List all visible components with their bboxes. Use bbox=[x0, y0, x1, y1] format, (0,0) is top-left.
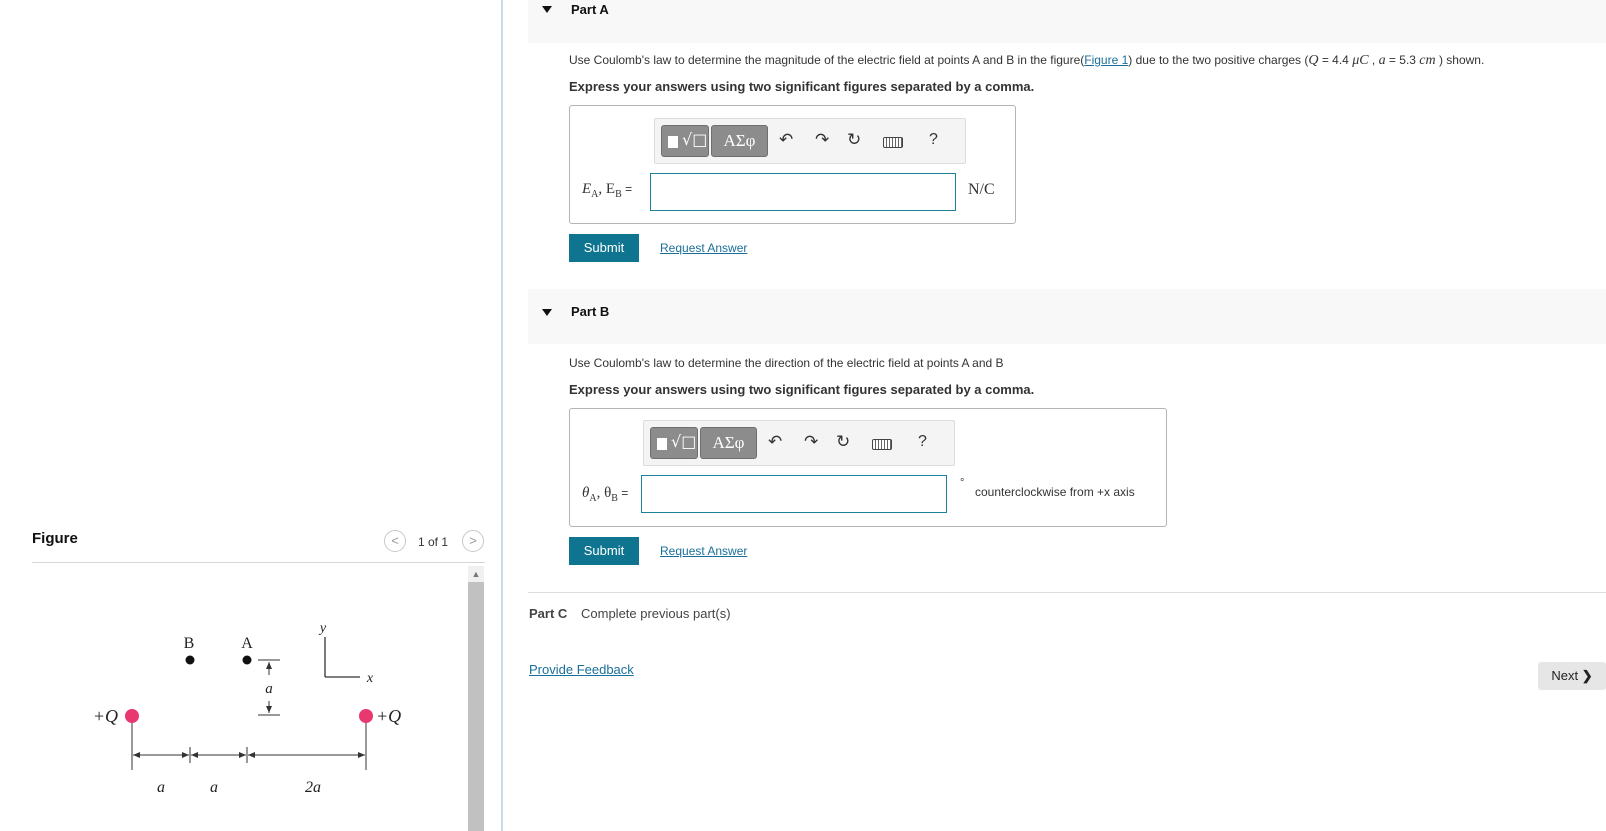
vertical-dim-arrow-down bbox=[266, 706, 272, 713]
scroll-up-arrow-icon[interactable]: ▲ bbox=[468, 566, 484, 582]
part-b-question: Use Coulomb's law to determine the direc… bbox=[569, 356, 1004, 370]
dim1-arrow-left bbox=[133, 752, 140, 758]
templates-button[interactable]: √□ bbox=[661, 125, 709, 157]
dim1-label: a bbox=[157, 779, 165, 796]
part-b-label: Part B bbox=[571, 304, 610, 319]
caret-down-icon bbox=[542, 6, 552, 13]
greek-symbols-button[interactable]: ΑΣφ bbox=[700, 427, 757, 459]
part-b-degree-symbol: ° bbox=[960, 477, 965, 489]
dim3-arrow-right bbox=[358, 752, 365, 758]
dim2-arrow-left bbox=[191, 752, 198, 758]
vertical-dim-arrow-up bbox=[266, 662, 272, 669]
figure-next-button[interactable]: > bbox=[462, 530, 484, 552]
part-c-label: Part C bbox=[529, 606, 568, 621]
left-charge-label: +Q bbox=[93, 706, 118, 726]
right-charge-dot bbox=[359, 709, 373, 723]
help-icon[interactable]: ? bbox=[918, 433, 927, 451]
point-b-label: B bbox=[184, 635, 195, 652]
chevron-left-icon: < bbox=[391, 533, 399, 548]
part-a-answer-input[interactable] bbox=[650, 173, 956, 211]
part-b-instructions: Express your answers using two significa… bbox=[569, 382, 1035, 397]
reset-icon[interactable]: ↻ bbox=[847, 130, 861, 150]
part-a-question: Use Coulomb's law to determine the magni… bbox=[569, 53, 1485, 68]
dim1-arrow-right bbox=[182, 752, 189, 758]
part-b-unit: counterclockwise from +x axis bbox=[975, 485, 1135, 499]
part-b-variable-label: θA, θB = bbox=[582, 485, 629, 504]
figure-1-link[interactable]: Figure 1 bbox=[1084, 53, 1128, 67]
templates-button[interactable]: √□ bbox=[650, 427, 698, 459]
axis-y-label: y bbox=[318, 621, 327, 636]
figure-scrollbar[interactable]: ▲ bbox=[468, 566, 484, 831]
redo-icon[interactable]: ↷ bbox=[815, 130, 829, 150]
caret-down-icon bbox=[542, 309, 552, 316]
part-b-answer-box: √□ ΑΣφ ↶ ↷ ↻ ? θA, θB = ° counterclockwi… bbox=[569, 408, 1167, 527]
part-a-math-toolbar: √□ ΑΣφ ↶ ↷ ↻ ? bbox=[654, 118, 966, 164]
dim3-label: 2a bbox=[305, 779, 321, 796]
undo-icon[interactable]: ↶ bbox=[779, 130, 793, 150]
sqrt-template-icon: √□ bbox=[671, 432, 697, 451]
part-a-answer-box: √□ ΑΣφ ↶ ↷ ↻ ? EA, EB = N/C bbox=[569, 105, 1016, 224]
part-a-label: Part A bbox=[571, 2, 609, 17]
part-a-submit-button[interactable]: Submit bbox=[569, 234, 639, 262]
chevron-right-icon: > bbox=[469, 533, 477, 548]
part-a-instructions: Express your answers using two significa… bbox=[569, 79, 1035, 94]
part-a-variable-label: EA, EB = bbox=[582, 181, 633, 200]
part-c-status: Complete previous part(s) bbox=[581, 606, 731, 621]
redo-icon[interactable]: ↷ bbox=[804, 432, 818, 452]
part-b-math-toolbar: √□ ΑΣφ ↶ ↷ ↻ ? bbox=[643, 420, 955, 466]
keyboard-icon[interactable] bbox=[883, 137, 903, 148]
part-b-submit-button[interactable]: Submit bbox=[569, 537, 639, 565]
reset-icon[interactable]: ↻ bbox=[836, 432, 850, 452]
chevron-right-icon: ❯ bbox=[1581, 668, 1593, 683]
part-b-request-answer-link[interactable]: Request Answer bbox=[660, 544, 747, 558]
figure-counter: 1 of 1 bbox=[418, 535, 449, 549]
figure-prev-button[interactable]: < bbox=[384, 530, 406, 552]
undo-icon[interactable]: ↶ bbox=[768, 432, 782, 452]
part-b-answer-input[interactable] bbox=[641, 475, 947, 513]
charge-diagram: B A a y x +Q +Q a a 2a bbox=[93, 621, 401, 796]
keyboard-icon[interactable] bbox=[872, 439, 892, 450]
part-a-request-answer-link[interactable]: Request Answer bbox=[660, 241, 747, 255]
right-charge-label: +Q bbox=[376, 706, 401, 726]
help-icon[interactable]: ? bbox=[929, 131, 938, 149]
greek-symbols-button[interactable]: ΑΣφ bbox=[711, 125, 768, 157]
dim2-label: a bbox=[210, 779, 218, 796]
scroll-thumb[interactable] bbox=[468, 582, 484, 831]
panel-divider bbox=[501, 0, 503, 831]
axis-x-label: x bbox=[366, 671, 374, 686]
sqrt-template-icon: √□ bbox=[682, 130, 708, 149]
left-charge-dot bbox=[125, 709, 139, 723]
dim2-arrow-right bbox=[239, 752, 246, 758]
part-c-divider bbox=[528, 592, 1606, 593]
figure-divider bbox=[32, 562, 485, 563]
point-b-dot bbox=[185, 655, 195, 665]
figure-title: Figure bbox=[32, 530, 78, 547]
part-a-unit: N/C bbox=[968, 181, 995, 198]
point-a-dot bbox=[242, 655, 252, 665]
point-a-label: A bbox=[241, 635, 253, 652]
part-a-header[interactable]: Part A bbox=[528, 0, 1606, 43]
dim3-arrow-left bbox=[248, 752, 255, 758]
next-button[interactable]: Next ❯ bbox=[1538, 662, 1606, 690]
part-b-header[interactable]: Part B bbox=[528, 289, 1606, 344]
provide-feedback-link[interactable]: Provide Feedback bbox=[529, 662, 634, 677]
vertical-dim-label: a bbox=[265, 681, 273, 697]
